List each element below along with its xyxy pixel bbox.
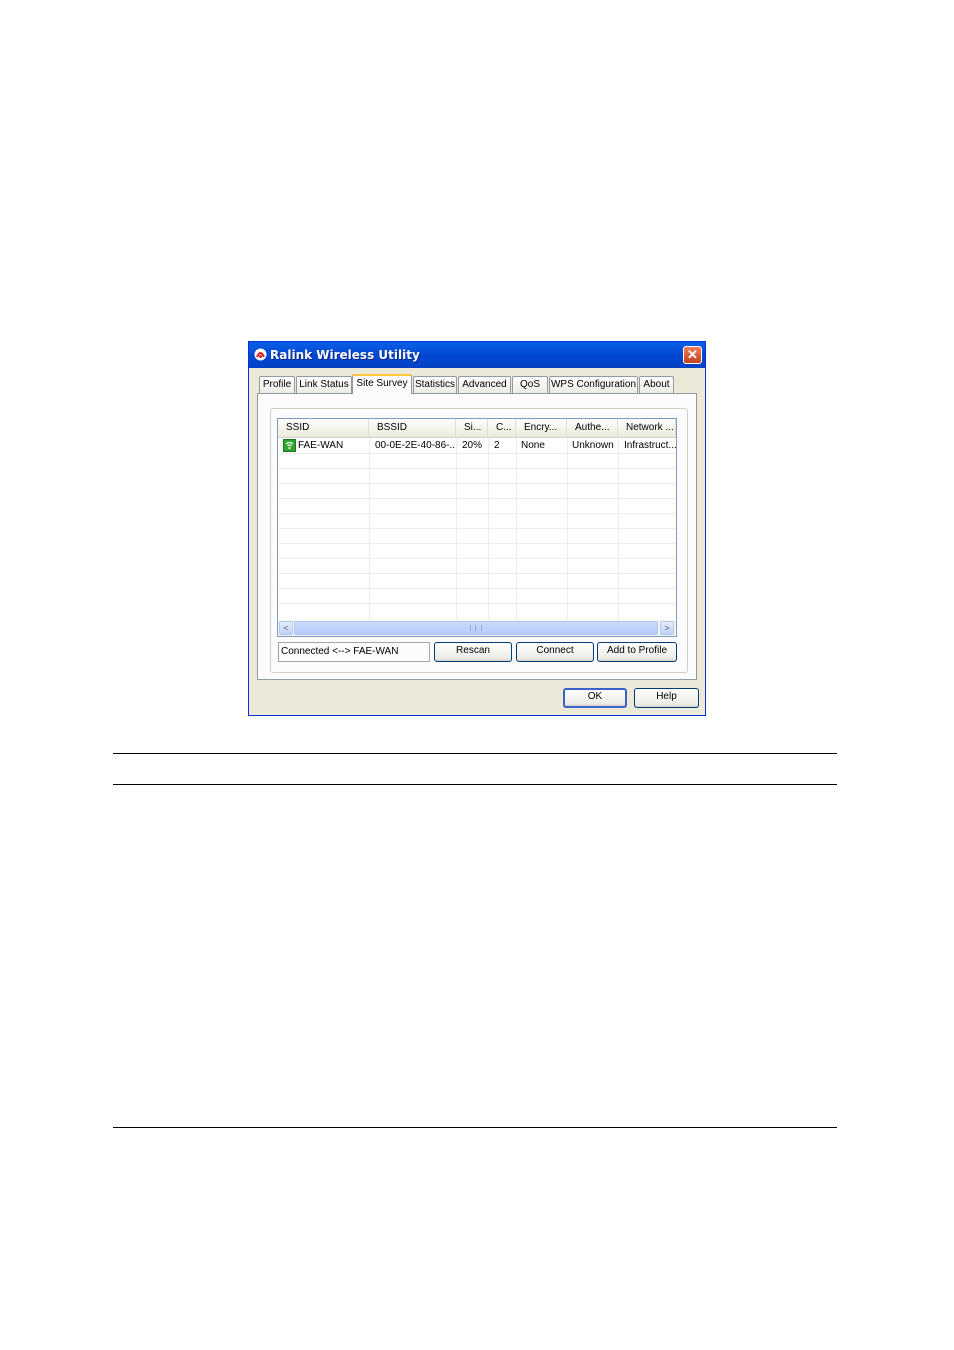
tab-about[interactable]: About [639,376,674,393]
column-header-network-type[interactable]: Network ... [618,419,676,437]
column-header-ssid[interactable]: SSID [278,419,369,437]
grid-line [278,558,676,559]
grid-line [278,588,676,589]
scroll-left-button[interactable]: < [279,621,293,635]
cell-channel: 2 [494,440,500,451]
cell-bssid: 00-0E-2E-40-86-... [375,440,455,451]
tab-statistics[interactable]: Statistics [413,376,457,393]
window-title: Ralink Wireless Utility [270,348,420,362]
cell-signal: 20% [462,440,483,451]
connect-button[interactable]: Connect [516,642,594,662]
ralink-logo-icon [254,348,267,361]
grid-line [278,453,676,454]
cell-authentication: Unknown [572,440,614,451]
help-button[interactable]: Help [634,688,699,708]
grid-line [278,573,676,574]
cell-ssid: FAE-WAN [298,440,344,451]
network-list[interactable]: SSID BSSID Si... C... Encry... Authe... … [277,418,677,637]
column-header-encryption[interactable]: Encry... [516,419,567,437]
grid-line [278,498,676,499]
grid-line [488,438,489,620]
column-header-bssid[interactable]: BSSID [369,419,456,437]
tab-qos[interactable]: QoS [512,376,548,393]
scrollbar-grip-icon [470,625,482,631]
list-header: SSID BSSID Si... C... Encry... Authe... … [278,419,676,438]
tab-advanced[interactable]: Advanced [458,376,511,393]
grid-line [278,468,676,469]
tab-link-status[interactable]: Link Status [296,376,352,393]
grid-line [278,543,676,544]
title-bar[interactable]: Ralink Wireless Utility ✕ [249,342,705,368]
grid-line [369,438,370,620]
close-button[interactable]: ✕ [683,346,702,364]
wireless-network-icon [283,439,296,452]
list-grid [278,438,676,620]
grid-line [278,513,676,514]
horizontal-scrollbar[interactable]: < > [278,620,676,636]
tab-profile[interactable]: Profile [259,376,295,393]
column-header-authentication[interactable]: Authe... [567,419,618,437]
cell-network-type: Infrastruct... [624,440,676,451]
tab-site-survey[interactable]: Site Survey [352,374,412,394]
cell-encryption: None [521,440,545,451]
ralink-utility-window: Ralink Wireless Utility ✕ Profile Link S… [248,341,706,716]
grid-line [278,483,676,484]
scroll-right-button[interactable]: > [660,621,674,635]
grid-line [567,438,568,620]
add-to-profile-button[interactable]: Add to Profile [597,642,677,662]
page-rule [113,753,837,754]
grid-line [516,438,517,620]
rescan-button[interactable]: Rescan [434,642,512,662]
column-header-signal[interactable]: Si... [456,419,488,437]
network-row[interactable]: FAE-WAN 00-0E-2E-40-86-... 20% 2 None Un… [278,438,676,453]
grid-line [456,438,457,620]
column-header-channel[interactable]: C... [488,419,516,437]
connection-status: Connected <--> FAE-WAN [278,642,430,662]
scrollbar-thumb[interactable] [294,621,658,635]
grid-line [278,603,676,604]
grid-line [618,438,619,620]
page-rule [113,784,837,785]
ok-button[interactable]: OK [563,688,627,708]
tab-wps-configuration[interactable]: WPS Configuration [549,376,638,393]
page-rule [113,1127,837,1128]
close-icon: ✕ [687,347,698,362]
grid-line [278,528,676,529]
